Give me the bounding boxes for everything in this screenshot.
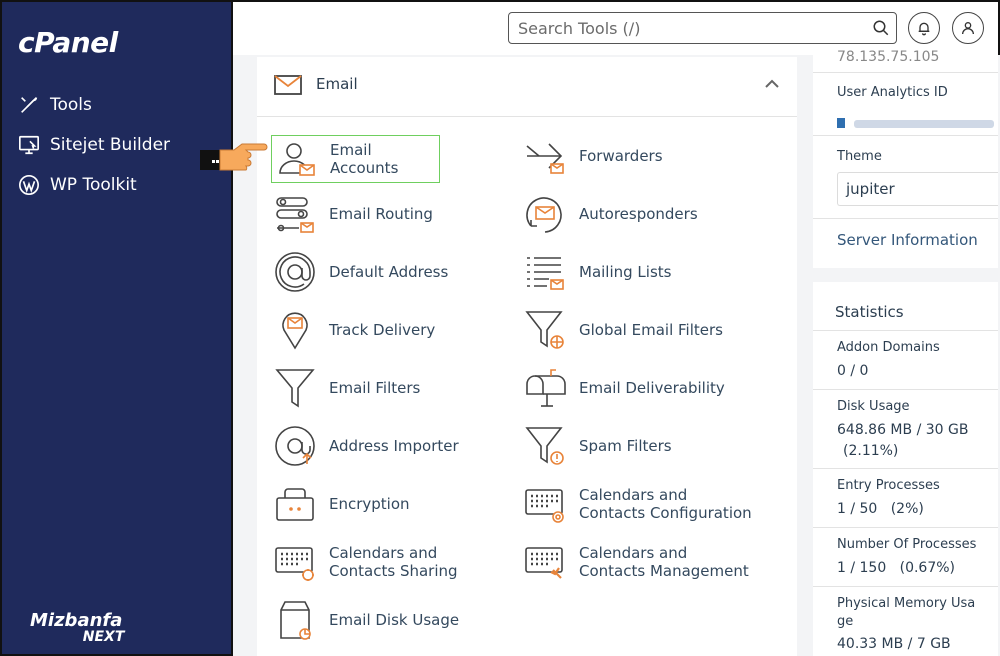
sidebar-item-wp-toolkit[interactable]: WP Toolkit [18,172,137,198]
tool-track-delivery[interactable]: Track Delivery [273,306,493,354]
user-analytics-label: User Analytics ID [837,85,948,100]
tool-email-routing[interactable]: Email Routing [273,190,493,238]
disk-usage-icon [273,598,317,642]
physical-memory-label-line1: Physical Memory Usa [837,596,976,611]
encryption-icon [273,482,317,526]
wordpress-icon [19,175,39,195]
general-info-card: 78.135.75.105 User Analytics ID Theme ju… [813,49,998,268]
tool-global-email-filters[interactable]: Global Email Filters [523,306,753,354]
chevron-up-icon[interactable] [765,79,779,89]
sidebar-item-sitejet[interactable]: Sitejet Builder [18,132,170,158]
envelope-icon [274,75,302,95]
pointing-hand-icon [200,143,268,171]
disk-usage-value: 648.86 MB / 30 GB [837,422,969,438]
mailing-lists-icon [523,250,567,294]
user-analytics-id-blurred [837,113,998,128]
email-routing-icon [273,192,317,236]
ip-address: 78.135.75.105 [837,49,940,65]
tool-mailing-lists[interactable]: Mailing Lists [523,248,753,296]
calendar-config-icon [523,482,567,526]
entry-processes-row: 1 / 50 (2%) [837,501,924,517]
physical-memory-value: 40.33 MB / 7 GB [837,636,951,652]
cpanel-logo[interactable]: cPanel [18,26,118,59]
disk-usage-label: Disk Usage [837,399,910,414]
mailbox-icon [523,366,567,410]
sidebar-item-label: Tools [50,95,92,115]
num-processes-row: 1 / 150 (0.67%) [837,560,955,576]
tool-calendars-contacts-configuration[interactable]: Calendars and Contacts Configuration [523,480,753,528]
track-delivery-icon [273,308,317,352]
addon-domains-value: 0 / 0 [837,363,869,379]
email-section-header[interactable]: Email [257,57,797,117]
tool-autoresponders[interactable]: Autoresponders [523,190,753,238]
tool-spam-filters[interactable]: Spam Filters [523,422,753,470]
server-information-link[interactable]: Server Information [837,231,978,249]
physical-memory-label-line2: ge [837,614,854,629]
statistics-title: Statistics [835,303,904,321]
user-icon [962,22,974,35]
theme-label: Theme [837,149,882,164]
notifications-button[interactable] [908,12,940,44]
num-processes-label: Number Of Processes [837,537,977,552]
search-placeholder: Search Tools (/) [518,19,641,38]
entry-processes-label: Entry Processes [837,478,940,493]
sidebar: cPanel Tools Sitejet Builder WP Toolkit … [0,0,233,656]
filter-icon [273,366,317,410]
email-accounts-icon [274,137,318,181]
sidebar-item-label: WP Toolkit [50,175,137,195]
sidebar-item-label: Sitejet Builder [50,135,171,155]
at-sign-icon [273,250,317,294]
disk-usage-percent: (2.11%) [843,443,899,459]
mizbanfa-watermark: Mizbanfa NEXT [30,610,125,646]
section-title: Email [316,75,358,93]
calendar-management-icon [523,540,567,584]
num-processes-value: 1 / 150 [837,560,887,576]
num-processes-percent: (0.67%) [899,560,956,576]
address-importer-icon [273,424,317,468]
tool-encryption[interactable]: Encryption [273,480,493,528]
entry-processes-value: 1 / 50 [837,501,878,517]
global-filter-icon [523,308,567,352]
spam-filter-icon [523,424,567,468]
tool-email-accounts[interactable]: Email Accounts [271,135,440,183]
calendar-sharing-icon [273,540,317,584]
forwarders-icon [523,134,567,178]
tools-icon [21,97,38,113]
user-menu-button[interactable] [952,12,984,44]
search-icon[interactable] [872,19,890,37]
entry-processes-percent: (2%) [890,501,924,517]
autoresponders-icon [523,192,567,236]
top-bar: Search Tools (/) [233,0,1000,55]
tool-calendars-contacts-sharing[interactable]: Calendars and Contacts Sharing [273,538,493,586]
sidebar-item-tools[interactable]: Tools [18,92,92,118]
tool-forwarders[interactable]: Forwarders [523,132,753,180]
statistics-card: Statistics Addon Domains 0 / 0 Disk Usag… [813,282,998,656]
tool-address-importer[interactable]: Address Importer [273,422,493,470]
tool-default-address[interactable]: Default Address [273,248,493,296]
search-input[interactable]: Search Tools (/) [508,12,897,44]
monitor-icon [19,135,39,155]
bell-icon [918,22,930,36]
tool-email-filters[interactable]: Email Filters [273,364,493,412]
addon-domains-label: Addon Domains [837,340,940,355]
theme-select[interactable]: jupiter [837,172,998,206]
tool-calendars-contacts-management[interactable]: Calendars and Contacts Management [523,538,753,586]
tool-email-deliverability[interactable]: Email Deliverability [523,364,753,412]
tool-email-disk-usage[interactable]: Email Disk Usage [273,596,493,644]
